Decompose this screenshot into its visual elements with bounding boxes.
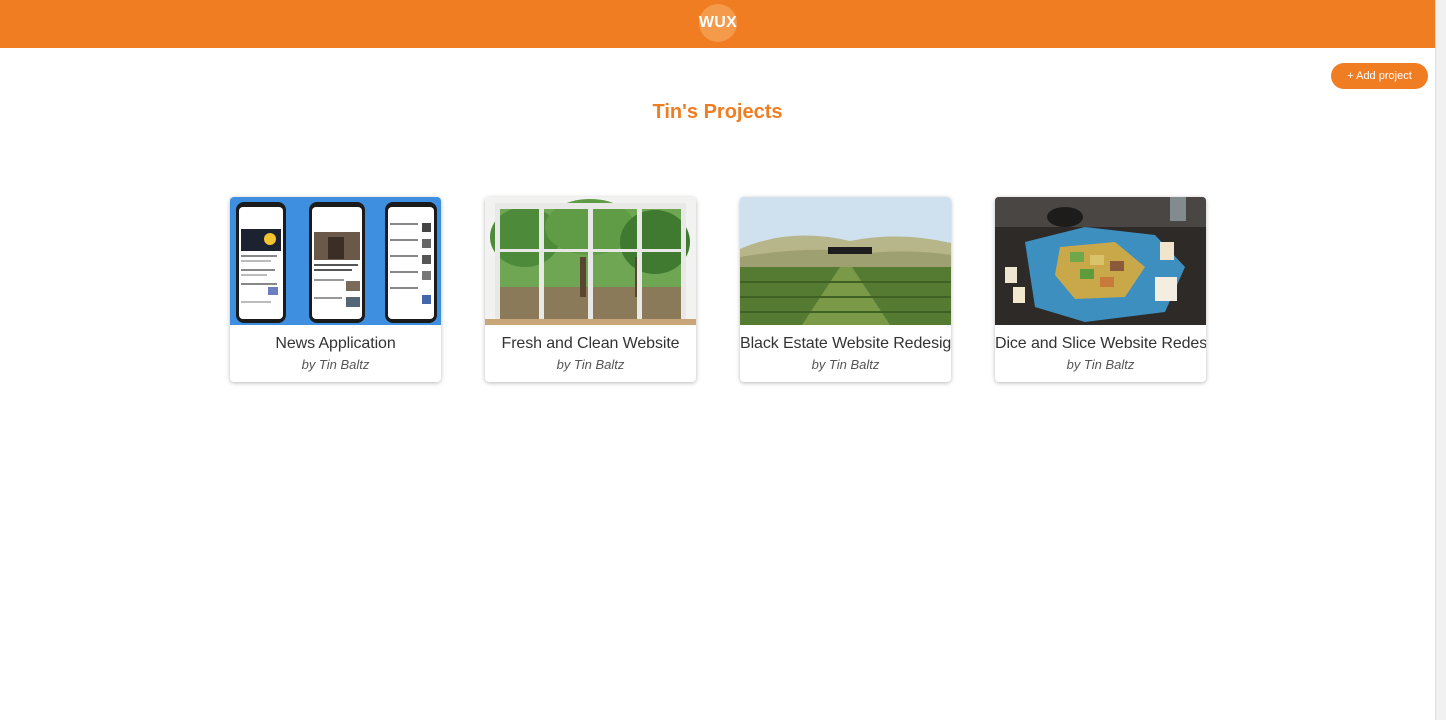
project-card-fresh-and-clean-website[interactable]: Fresh and Clean Website by Tin Baltz: [485, 197, 696, 382]
project-title[interactable]: Dice and Slice Website Redesign: [995, 335, 1206, 353]
project-card-black-estate-website-redesign[interactable]: Black Estate Website Redesign by Tin Bal…: [740, 197, 951, 382]
scrollbar[interactable]: [1435, 0, 1446, 720]
page-title: Tin's Projects: [652, 101, 783, 123]
project-author: by Tin Baltz: [1066, 357, 1135, 372]
project-author: by Tin Baltz: [556, 357, 625, 372]
vineyard-image: [740, 197, 951, 325]
top-bar: WUX: [0, 0, 1435, 48]
project-title[interactable]: Black Estate Website Redesign: [740, 335, 951, 353]
window-trees-image: [485, 197, 696, 325]
wux-logo[interactable]: WUX: [699, 4, 737, 42]
project-title[interactable]: News Application: [230, 335, 441, 353]
project-card-dice-and-slice-website-redesign[interactable]: Dice and Slice Website Redesign by Tin B…: [995, 197, 1206, 382]
project-author: by Tin Baltz: [811, 357, 880, 372]
project-card-news-application[interactable]: News Application by Tin Baltz: [230, 197, 441, 382]
project-title[interactable]: Fresh and Clean Website: [485, 335, 696, 353]
project-author: by Tin Baltz: [301, 357, 370, 372]
board-game-image: [995, 197, 1206, 325]
phones-screens-image: [230, 197, 441, 325]
add-project-button[interactable]: + Add project: [1331, 63, 1428, 89]
